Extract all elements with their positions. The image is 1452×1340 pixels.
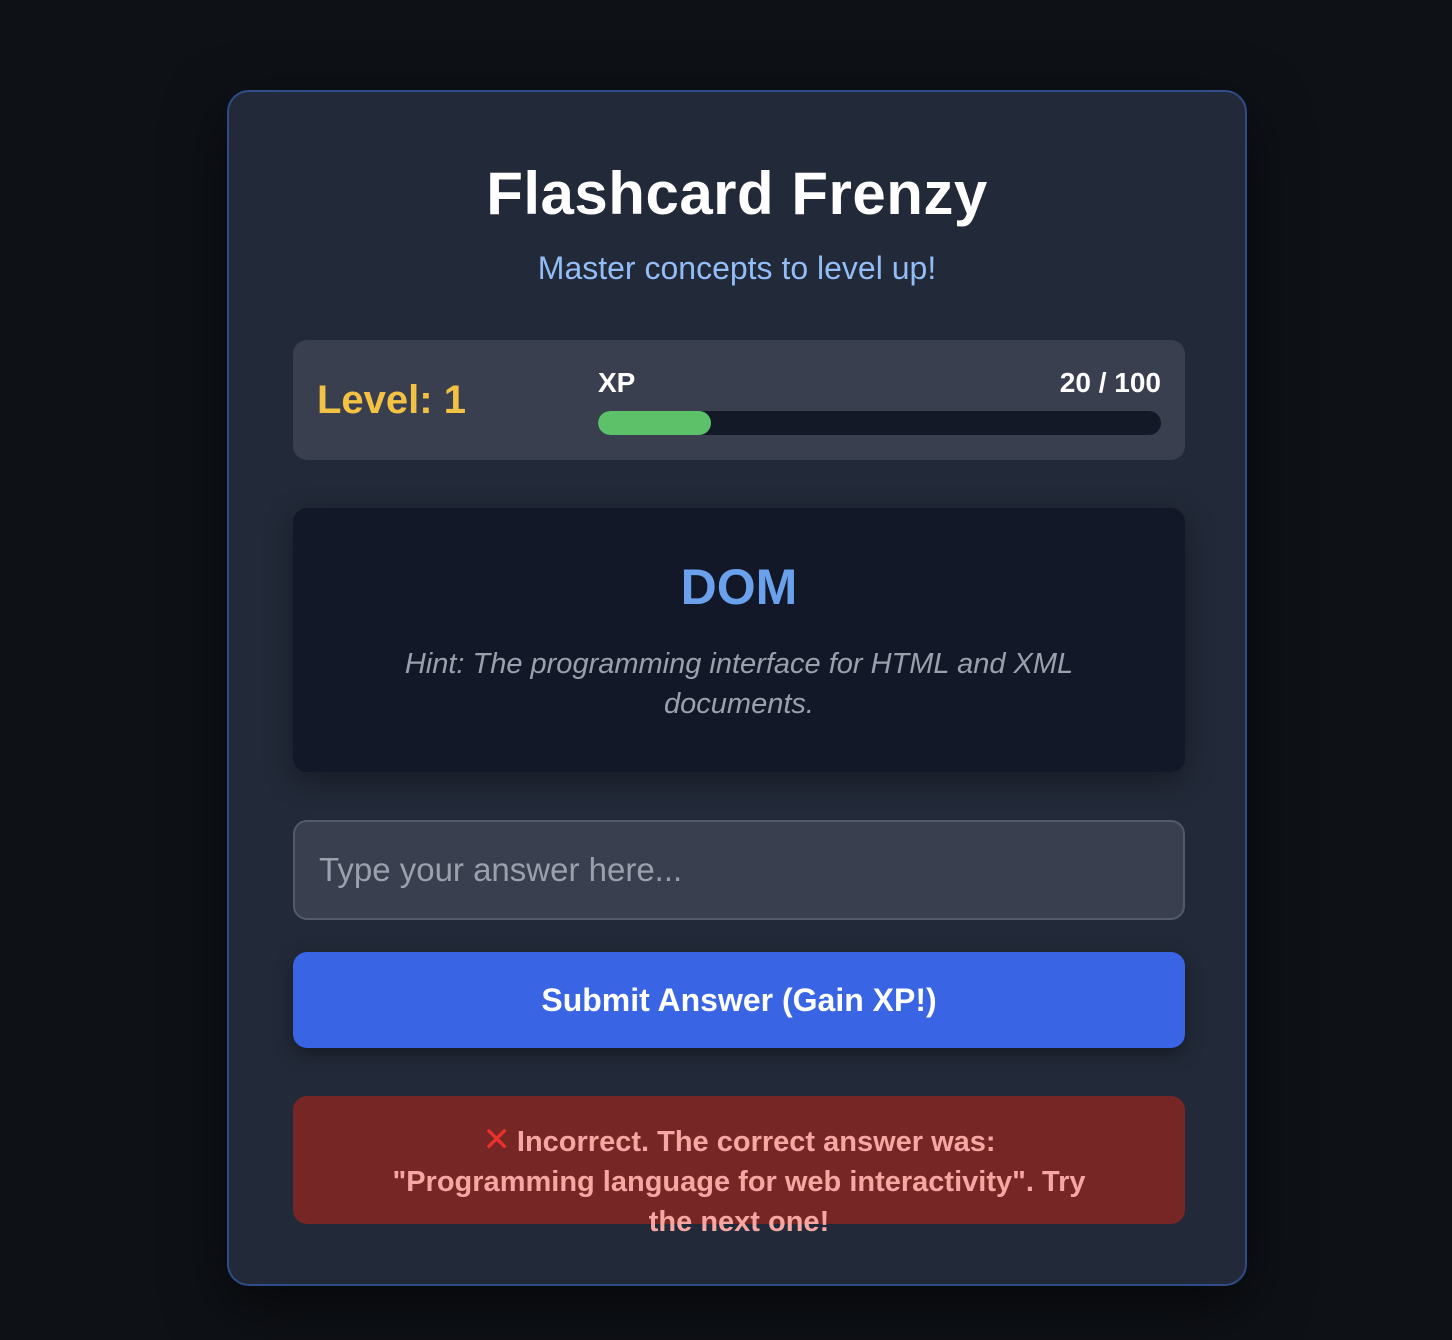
feedback-message: ✕ Incorrect. The correct answer was: "Pro… xyxy=(293,1096,1185,1238)
stats-panel: Level: 1 XP 20 / 100 xyxy=(293,340,1185,460)
flashcard: DOM Hint: The programming interface for … xyxy=(293,508,1185,772)
cross-mark-icon: ✕ xyxy=(482,1121,511,1159)
xp-progress-fill xyxy=(598,411,711,435)
xp-label: XP xyxy=(598,367,636,398)
flashcard-term: DOM xyxy=(680,559,798,615)
app-title: Flashcard Frenzy xyxy=(486,160,988,227)
xp-value: 20 / 100 xyxy=(1059,367,1161,398)
flashcard-hint: Hint: The programming interface for HTML… xyxy=(404,648,1074,720)
flashcard-app-card: Flashcard Frenzy Master concepts to leve… xyxy=(227,90,1247,1286)
xp-progress-bar xyxy=(598,411,1161,435)
level-indicator: Level: 1 xyxy=(317,378,466,422)
answer-input[interactable] xyxy=(293,820,1185,920)
submit-answer-button[interactable]: Submit Answer (Gain XP!) xyxy=(293,952,1185,1048)
app-subtitle: Master concepts to level up! xyxy=(537,250,937,286)
